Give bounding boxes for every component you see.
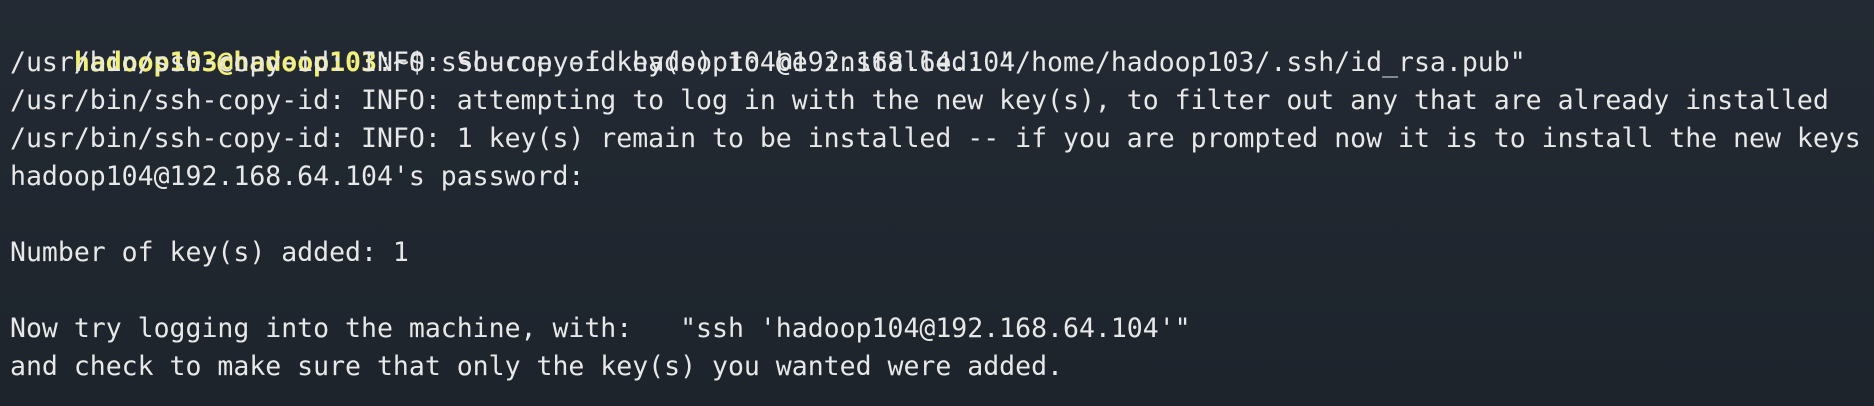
output-line-keys-added: Number of key(s) added: 1 — [10, 237, 409, 268]
output-line-info-attempting: /usr/bin/ssh-copy-id: INFO: attempting t… — [10, 85, 1829, 116]
output-line-info-remain: /usr/bin/ssh-copy-id: INFO: 1 key(s) rem… — [10, 123, 1861, 154]
output-line-blank — [10, 272, 1874, 310]
output-line-check: and check to make sure that only the key… — [10, 351, 1063, 382]
output-line-info-source: /usr/bin/ssh-copy-id: INFO: Source of ke… — [10, 47, 1526, 78]
output-line-blank — [10, 196, 1874, 234]
output-line-try-logging: Now try logging into the machine, with: … — [10, 313, 1191, 344]
command-line: hadoop103@hadoop103:~$ ssh-copy-id hadoo… — [10, 6, 1874, 78]
output-line-password-prompt: hadoop104@192.168.64.104's password: — [10, 161, 585, 192]
terminal-window[interactable]: hadoop103@hadoop103:~$ ssh-copy-id hadoo… — [0, 0, 1874, 406]
